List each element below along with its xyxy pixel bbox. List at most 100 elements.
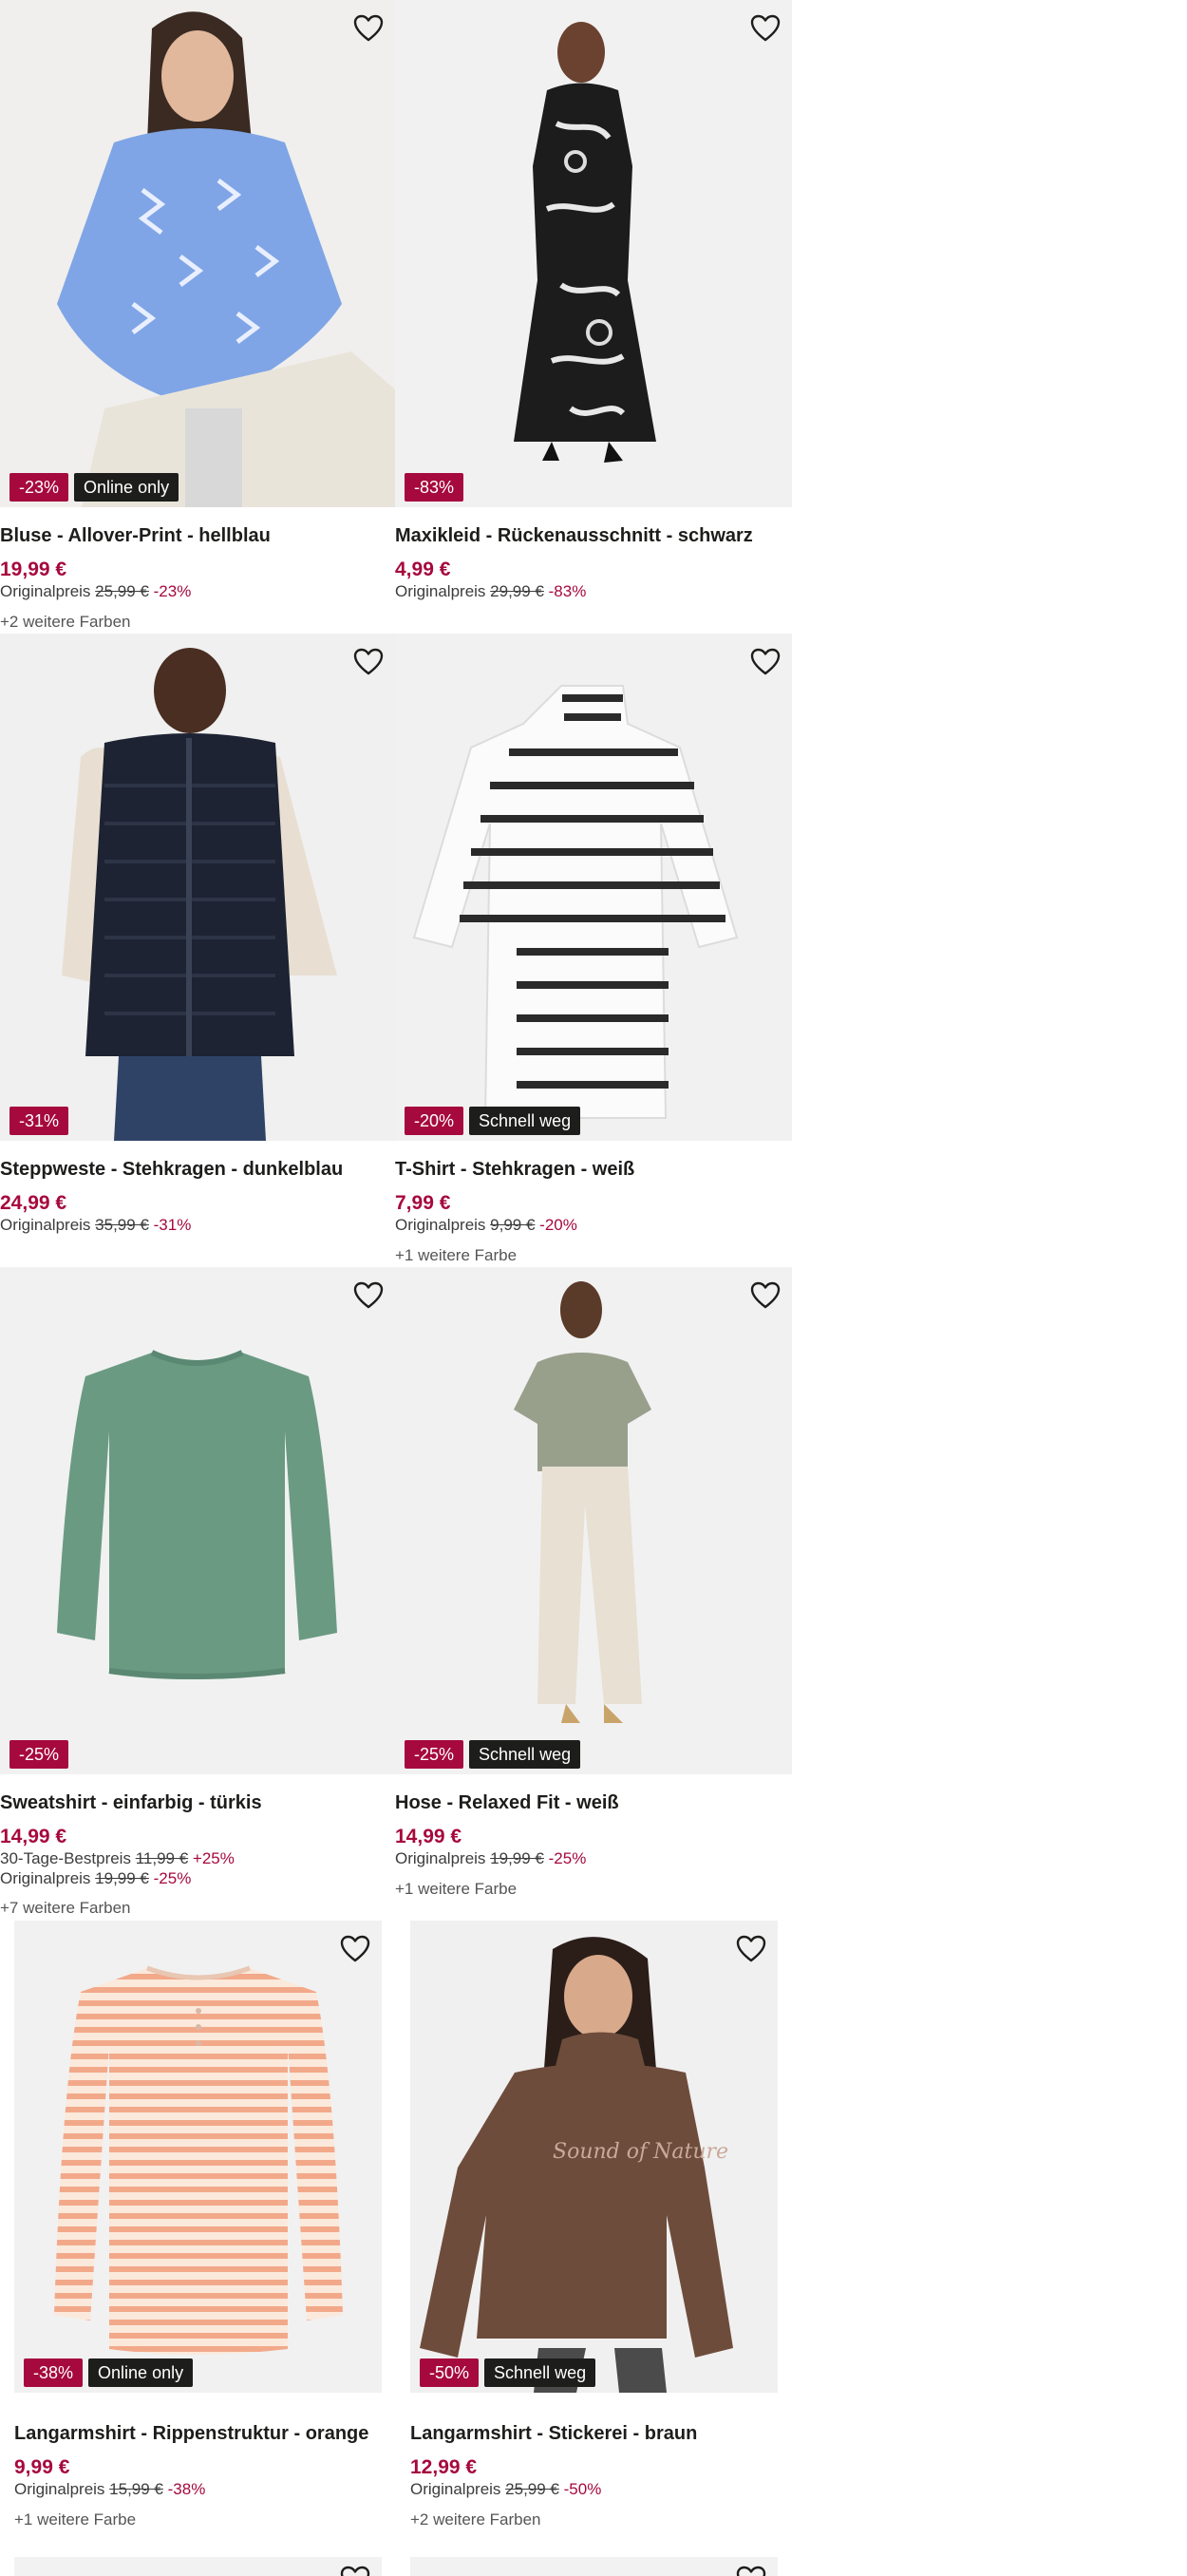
original-price: 35,99 € [95,1216,149,1234]
product-price: 14,99 € [395,1826,462,1847]
more-colors[interactable]: +2 weitere Farben [410,2510,541,2529]
product-photo [0,634,395,1141]
product-photo: Sound of Nature [410,1921,778,2393]
favorite-button[interactable] [746,1277,784,1315]
product-image[interactable]: -83% [395,0,792,507]
product-price: 12,99 € [410,2456,478,2478]
favorite-button[interactable] [732,1930,770,1968]
discount-percent: -25% [153,1869,192,1887]
product-title[interactable]: Bluse - Allover-Print - hellblau [0,525,271,547]
best-price-percent: +25% [192,1849,235,1867]
original-price: 25,99 € [505,2480,559,2498]
best-price: 11,99 € [135,1849,189,1867]
product-photo [0,1267,395,1774]
discount-badge: -31% [9,1107,69,1135]
heart-outline-icon [353,14,384,42]
original-price-line: Originalpreis 9,99 € -20% [395,1216,577,1235]
product-card[interactable]: -20% Schnell weg T-Shirt - Stehkragen - … [395,634,792,1266]
product-title[interactable]: T-Shirt - Stehkragen - weiß [395,1159,634,1181]
favorite-button[interactable] [349,1277,387,1315]
discount-badge: -25% [405,1740,464,1769]
product-title[interactable]: Hose - Relaxed Fit - weiß [395,1792,619,1814]
heart-outline-icon [340,1935,370,1962]
product-card[interactable]: -25% Schnell weg Hose - Relaxed Fit - we… [395,1267,792,1900]
original-price-line: Originalpreis 35,99 € -31% [0,1216,191,1235]
more-colors[interactable]: +1 weitere Farbe [395,1246,517,1265]
original-price-label: Originalpreis [410,2480,501,2498]
discount-percent: -20% [539,1216,577,1234]
discount-percent: -50% [563,2480,602,2498]
product-card[interactable]: -31% Steppweste - Stehkragen - dunkelbla… [0,634,395,1266]
schnell-weg-badge: Schnell weg [484,2358,596,2387]
favorite-button[interactable] [349,643,387,681]
original-price: 9,99 € [490,1216,536,1234]
heart-outline-icon [353,1281,384,1309]
product-price: 24,99 € [0,1192,67,1214]
product-price: 7,99 € [395,1192,451,1214]
product-price: 4,99 € [395,559,451,580]
favorite-button[interactable] [336,1930,374,1968]
discount-badge: -50% [420,2358,480,2387]
discount-percent: -38% [167,2480,206,2498]
original-price-line: Originalpreis 19,99 € -25% [0,1869,191,1888]
badge-group: -31% [9,1107,69,1135]
product-title[interactable]: Langarmshirt - Stickerei - braun [410,2423,697,2445]
best-price-label: 30-Tage-Bestpreis [0,1849,131,1867]
product-image[interactable]: -20% Schnell weg [395,634,792,1141]
favorite-button[interactable] [732,2561,770,2576]
favorite-button[interactable] [746,9,784,47]
product-photo [0,0,395,507]
more-colors[interactable]: +7 weitere Farben [0,1899,131,1918]
product-photo [395,0,792,507]
product-image[interactable]: -38% Online only [14,1921,382,2393]
original-price: 25,99 € [95,582,149,600]
discount-percent: -25% [548,1849,587,1867]
more-colors[interactable]: +1 weitere Farbe [14,2510,136,2529]
more-colors[interactable]: +1 weitere Farbe [395,1880,517,1899]
product-price: 9,99 € [14,2456,70,2478]
discount-badge: -23% [9,473,69,502]
favorite-button[interactable] [349,9,387,47]
product-image[interactable] [410,2557,778,2576]
discount-badge: -20% [405,1107,464,1135]
badge-group: -23% Online only [9,473,179,502]
product-title[interactable]: Langarmshirt - Rippenstruktur - orange [14,2423,368,2445]
heart-outline-icon [736,1935,766,1962]
favorite-button[interactable] [336,2561,374,2576]
heart-outline-icon [750,648,781,675]
product-card-partial[interactable] [14,2557,382,2576]
product-image[interactable]: -25% [0,1267,395,1774]
badge-group: -83% [405,473,464,502]
product-card-partial[interactable] [410,2557,778,2576]
product-card[interactable]: Sound of Nature -50% Schnell weg Langarm… [410,1921,778,2534]
product-card[interactable]: -38% Online only Langarmshirt - Rippenst… [14,1921,382,2534]
original-price-label: Originalpreis [0,582,91,600]
original-price-label: Originalpreis [0,1869,91,1887]
original-price: 19,99 € [490,1849,544,1867]
heart-outline-icon [750,14,781,42]
product-card[interactable]: -23% Online only Bluse - Allover-Print -… [0,0,395,633]
badge-group: -50% Schnell weg [420,2358,596,2387]
original-price-label: Originalpreis [14,2480,105,2498]
discount-percent: -31% [153,1216,192,1234]
schnell-weg-badge: Schnell weg [469,1107,581,1135]
product-card[interactable]: -25% Sweatshirt - einfarbig - türkis 14,… [0,1267,395,1919]
product-title[interactable]: Sweatshirt - einfarbig - türkis [0,1792,262,1814]
product-title[interactable]: Steppweste - Stehkragen - dunkelblau [0,1159,343,1181]
product-card[interactable]: -83% Maxikleid - Rückenausschnitt - schw… [395,0,792,633]
product-image[interactable]: -31% [0,634,395,1141]
favorite-button[interactable] [746,643,784,681]
badge-group: -38% Online only [24,2358,194,2387]
product-image[interactable] [14,2557,382,2576]
original-price-label: Originalpreis [395,1216,486,1234]
product-photo [395,1267,792,1774]
product-image[interactable]: Sound of Nature -50% Schnell weg [410,1921,778,2393]
product-image[interactable]: -25% Schnell weg [395,1267,792,1774]
original-price-label: Originalpreis [395,1849,486,1867]
original-price-line: Originalpreis 25,99 € -23% [0,582,191,601]
schnell-weg-badge: Schnell weg [469,1740,581,1769]
original-price: 15,99 € [109,2480,163,2498]
more-colors[interactable]: +2 weitere Farben [0,613,131,632]
product-image[interactable]: -23% Online only [0,0,395,507]
product-title[interactable]: Maxikleid - Rückenausschnitt - schwarz [395,525,753,547]
